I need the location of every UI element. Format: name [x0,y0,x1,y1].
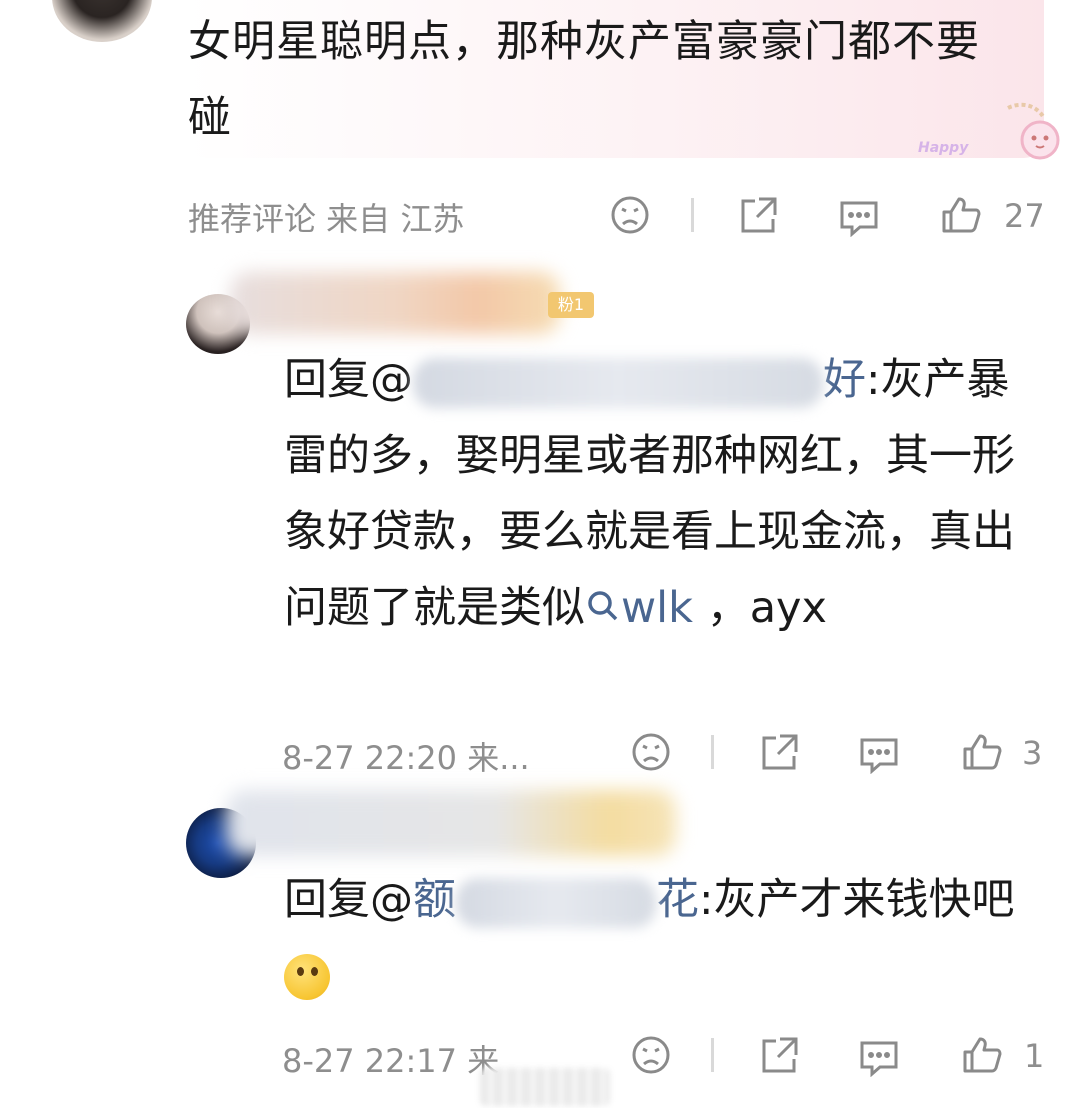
reply-text: 回复@ 好:灰产暴雷的多，娶明星或者那种网红，其一形象好贷款，要么就是看上现金流，… [284,342,1024,646]
dislike-icon[interactable] [631,732,671,772]
reply-text: 回复@额 花:灰产才来钱快吧 [284,862,1024,1014]
action-divider [711,1038,714,1072]
reply-tail: ，ayx [693,583,827,633]
share-icon[interactable] [737,195,779,235]
reply-prefix: 回复@ [284,875,413,925]
reply-body: :灰产才来钱快吧 [699,875,1015,925]
like-icon[interactable] [940,195,982,235]
mention-end[interactable]: 好 [823,355,866,405]
bubble-charm-icon [1000,100,1062,166]
mention-end[interactable]: 花 [656,875,699,925]
watermark-blurred [480,1068,610,1106]
like-count: 3 [1022,734,1043,772]
like-count: 27 [1004,197,1045,235]
dislike-icon[interactable] [631,1035,671,1075]
thinking-face-emoji [284,954,330,1000]
comment-icon[interactable] [838,197,880,237]
like-icon[interactable] [961,732,1003,772]
comment-icon[interactable] [858,1037,900,1077]
action-divider [711,735,714,769]
like-icon[interactable] [961,1035,1003,1075]
action-divider [691,198,694,232]
like-count: 1 [1024,1037,1045,1075]
reply-prefix: 回复@ [284,355,413,405]
mention-blurred[interactable] [413,357,823,408]
share-icon[interactable] [758,1035,800,1075]
reply-username-blurred[interactable] [230,272,560,334]
comment-icon[interactable] [858,734,900,774]
reply-time: 8-27 22:17 来 [282,1042,500,1080]
mention-blurred[interactable] [456,877,656,928]
share-icon[interactable] [758,732,800,772]
mention-start[interactable]: 额 [413,875,456,925]
reply-username-blurred[interactable] [226,790,676,856]
top-comment-meta: 推荐评论 来自 江苏 [188,200,465,238]
search-link-text[interactable]: wlk [621,583,693,633]
top-comment-avatar[interactable] [52,0,152,42]
dislike-icon[interactable] [610,195,650,235]
bubble-happy-deco: Happy [918,140,969,156]
fan-badge: 粉1 [548,292,594,318]
top-comment-text: 女明星聪明点，那种灰产富豪豪门都不要碰 [188,17,980,143]
reply-time: 8-27 22:20 来... [282,739,530,777]
search-icon[interactable] [585,583,621,633]
